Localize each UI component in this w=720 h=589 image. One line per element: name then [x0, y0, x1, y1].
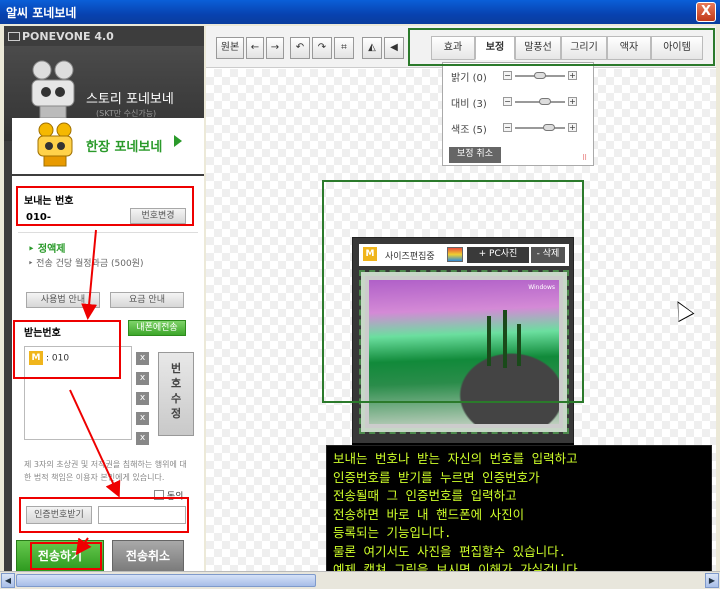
flip-vertical-icon[interactable]: ◀ — [384, 37, 404, 59]
scroll-left-icon[interactable]: ◀ — [1, 573, 15, 588]
toolbar-highlight-frame — [408, 28, 715, 66]
slider-knob[interactable] — [539, 98, 551, 105]
delete-x-button[interactable]: x — [136, 352, 149, 365]
usage-guide-button[interactable]: 사용법 안내 — [26, 292, 100, 308]
close-button[interactable]: X — [696, 2, 716, 22]
resize-grip-icon[interactable]: ⠿ — [582, 154, 590, 162]
cancel-send-button[interactable]: 전송취소 — [112, 540, 184, 572]
adjust-panel: 밝기 (0) − + 대비 (3) − + 색조 (5) − + 보정 취소 ⠿ — [442, 62, 594, 166]
caption-line: 보내는 번호나 받는 자신의 번호를 입력하고 — [333, 451, 578, 466]
delete-x-button[interactable]: x — [136, 432, 149, 445]
receiver-highlight-frame — [13, 320, 121, 379]
caption-box: 보내는 번호나 받는 자신의 번호를 입력하고 인증번호를 받기를 누르면 인증… — [326, 445, 712, 579]
send-highlight-frame — [30, 542, 102, 570]
minus-icon[interactable]: − — [503, 123, 512, 132]
slider-track — [515, 127, 565, 129]
editor-highlight-frame — [322, 180, 584, 403]
delete-x-button[interactable]: x — [136, 412, 149, 425]
hue-slider[interactable]: − + — [503, 123, 577, 133]
undo-icon[interactable]: ↶ — [290, 37, 310, 59]
flip-horizontal-icon[interactable]: ◭ — [362, 37, 382, 59]
single-title: 한장 포네보네 — [86, 140, 163, 155]
play-arrow-icon — [174, 135, 182, 147]
send-to-my-phone-button[interactable]: 내폰에전송 — [128, 320, 186, 336]
plus-icon[interactable]: + — [568, 123, 577, 132]
crop-icon[interactable]: ⌗ — [334, 37, 354, 59]
mascot-icon — [31, 60, 75, 119]
hue-label: 색조 (5) — [451, 125, 487, 136]
auth-highlight-frame — [19, 497, 189, 533]
title-bar: 알씨 포네보네 X — [0, 0, 720, 24]
contrast-slider[interactable]: − + — [503, 97, 577, 107]
edit-number-text: 번호수정 — [170, 362, 182, 420]
scroll-thumb[interactable] — [16, 574, 316, 587]
edit-number-button[interactable]: 번호수정 — [158, 352, 194, 436]
caption-line: 인증번호를 받기를 누르면 인증번호가 — [333, 469, 540, 485]
delete-x-button[interactable]: x — [136, 392, 149, 405]
contrast-label: 대비 (3) — [451, 99, 487, 110]
story-title: 스토리 포네보네 — [86, 92, 174, 107]
caption-line: 물론 여기서도 사진을 편집할수 있습니다. — [333, 543, 567, 559]
forward-arrow-icon[interactable]: → — [266, 37, 284, 59]
back-arrow-icon[interactable]: ← — [246, 37, 264, 59]
adjust-cancel-button[interactable]: 보정 취소 — [449, 147, 501, 163]
minus-icon[interactable]: − — [503, 71, 512, 80]
left-panel: PONEVONE 4.0 스토리 포네보네 (SKT만 수신가능) 한장 포네보… — [4, 26, 204, 574]
slider-knob[interactable] — [534, 72, 546, 79]
brand-label: PONEVONE 4.0 — [8, 30, 114, 43]
minus-icon[interactable]: − — [503, 97, 512, 106]
mascot-icon — [37, 122, 73, 167]
caption-line: 전송하면 바로 내 핸드폰에 사진이 — [333, 506, 525, 522]
horizontal-scrollbar[interactable]: ◀ ▶ — [0, 571, 720, 589]
plan-desc: ‣ 전송 건당 월정과금 (500원) — [28, 259, 144, 269]
plus-icon[interactable]: + — [568, 71, 577, 80]
camera-icon — [8, 32, 20, 41]
slider-knob[interactable] — [543, 124, 555, 131]
fee-guide-button[interactable]: 요금 안내 — [110, 292, 184, 308]
single-ponevone-tab[interactable]: 한장 포네보네 — [12, 118, 204, 174]
copyright-notice: 제 3자의 초상권 및 저작권을 침해하는 행위에 대한 법적 책임은 이용자 … — [24, 460, 187, 482]
plus-icon[interactable]: + — [568, 97, 577, 106]
window-title: 알씨 포네보네 — [6, 6, 77, 20]
scroll-right-icon[interactable]: ▶ — [705, 573, 719, 588]
caption-line: 등록되는 기능입니다. — [333, 525, 452, 540]
delete-x-button[interactable]: x — [136, 372, 149, 385]
brightness-label: 밝기 (0) — [451, 73, 487, 84]
plan-name: ‣ 정액제 — [28, 244, 66, 255]
original-button[interactable]: 원본 — [216, 37, 244, 59]
sender-highlight-frame — [16, 186, 194, 226]
caption-line: 전송될때 그 인증번호를 입력하고 — [333, 488, 517, 503]
brightness-slider[interactable]: − + — [503, 71, 577, 81]
divider — [18, 232, 198, 233]
redo-icon[interactable]: ↷ — [312, 37, 332, 59]
